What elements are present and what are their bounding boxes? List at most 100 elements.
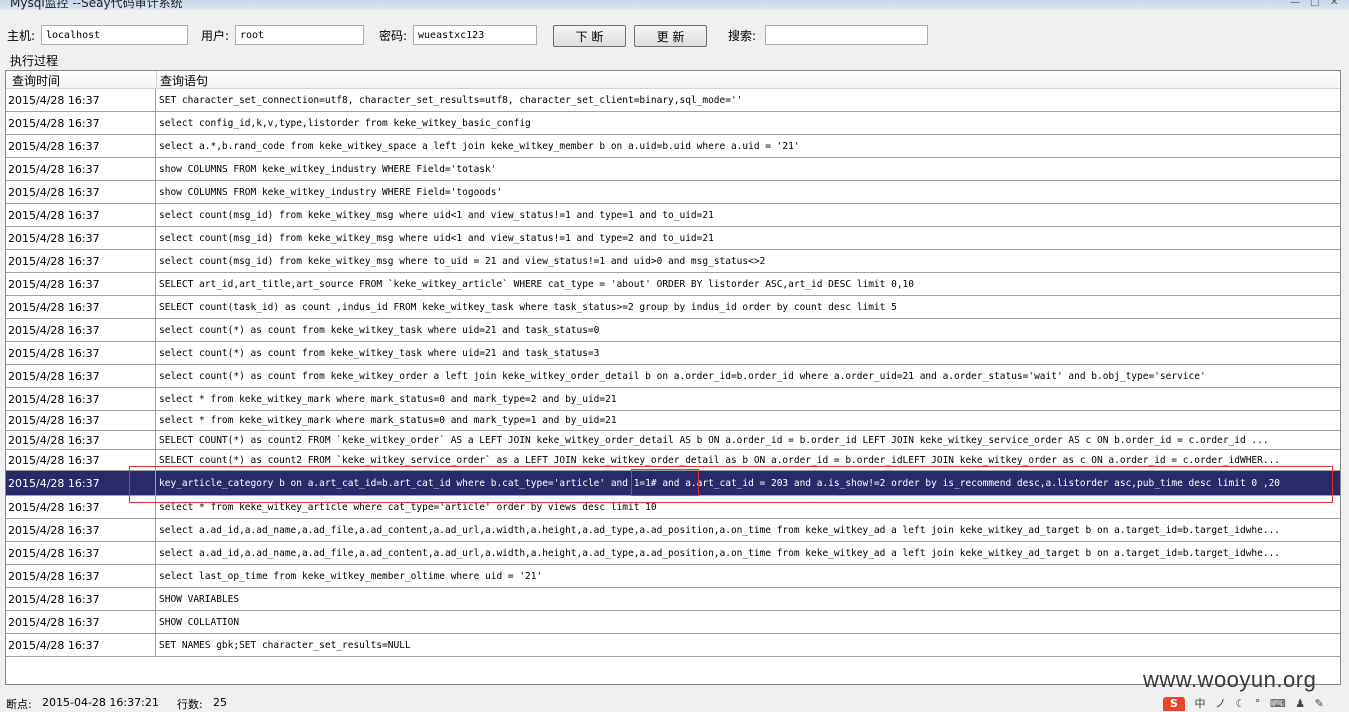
- query-sql-cell: SELECT count(task_id) as count ,indus_id…: [156, 296, 1340, 319]
- query-time-cell: 2015/4/28 16:37: [6, 204, 156, 227]
- column-header-query[interactable]: 查询语句: [160, 72, 208, 89]
- dot-icon[interactable]: °: [1255, 697, 1261, 710]
- user-label: 用户:: [201, 29, 230, 43]
- table-row[interactable]: 2015/4/28 16:37 select count(*) as count …: [6, 342, 1340, 365]
- table-row[interactable]: 2015/4/28 16:37 select last_op_time from …: [6, 565, 1340, 588]
- query-sql-cell: select last_op_time from keke_witkey_mem…: [156, 565, 1340, 588]
- table-row[interactable]: 2015/4/28 16:37 select * from keke_witkey…: [6, 388, 1340, 411]
- query-time-cell: 2015/4/28 16:37: [6, 273, 156, 296]
- search-label: 搜索:: [728, 29, 757, 43]
- host-input[interactable]: [41, 25, 188, 45]
- query-time-cell: 2015/4/28 16:37: [6, 496, 156, 519]
- table-row[interactable]: 2015/4/28 16:37 select config_id,k,v,type…: [6, 112, 1340, 135]
- keyboard-icon[interactable]: ⌨: [1270, 697, 1286, 710]
- watermark: www.wooyun.org: [1143, 667, 1317, 692]
- query-time-cell: 2015/4/28 16:37: [6, 634, 156, 657]
- query-sql-cell: SET character_set_connection=utf8, chara…: [156, 89, 1340, 112]
- table-row[interactable]: 2015/4/28 16:37 SET NAMES gbk;SET charact…: [6, 634, 1340, 657]
- table-row[interactable]: 2015/4/28 16:37 SELECT count(task_id) as …: [6, 296, 1340, 319]
- table-row[interactable]: 2015/4/28 16:37 select count(msg_id) from…: [6, 250, 1340, 273]
- query-time-cell: 2015/4/28 16:37: [6, 89, 156, 112]
- query-sql-cell: select * from keke_witkey_mark where mar…: [156, 388, 1340, 411]
- query-list[interactable]: 查询时间 查询语句 2015/4/28 16:37 SET character_s…: [5, 70, 1341, 685]
- search-input[interactable]: [765, 25, 928, 45]
- table-row[interactable]: 2015/4/28 16:37 SELECT COUNT(*) as count2…: [6, 431, 1340, 450]
- query-time-cell: 2015/4/28 16:37: [6, 319, 156, 342]
- query-sql-cell: select count(msg_id) from keke_witkey_ms…: [156, 250, 1340, 273]
- list-header: 查询时间 查询语句: [6, 71, 1340, 89]
- password-label: 密码:: [379, 29, 408, 43]
- query-time-cell: 2015/4/28 16:37: [6, 250, 156, 273]
- column-header-time[interactable]: 查询时间: [12, 72, 60, 89]
- break-button[interactable]: 下 断: [553, 25, 626, 47]
- rows-value: 25: [213, 696, 227, 709]
- table-row[interactable]: 2015/4/28 16:37 SHOW COLLATION: [6, 611, 1340, 634]
- query-sql-cell: SET NAMES gbk;SET character_set_results=…: [156, 634, 1340, 657]
- query-sql-cell: select config_id,k,v,type,listorder from…: [156, 112, 1340, 135]
- table-row[interactable]: 2015/4/28 16:37 select count(msg_id) from…: [6, 204, 1340, 227]
- query-sql-cell: SELECT art_id,art_title,art_source FROM …: [156, 273, 1340, 296]
- status-bar: 断点: 2015-04-28 16:37:21 行数: 25: [0, 695, 1349, 711]
- user-input[interactable]: [235, 25, 364, 45]
- table-row[interactable]: 2015/4/28 16:37 select a.ad_id,a.ad_name,…: [6, 542, 1340, 565]
- query-sql-cell: show COLUMNS FROM keke_witkey_industry W…: [156, 181, 1340, 204]
- table-row[interactable]: 2015/4/28 16:37 SELECT art_id,art_title,a…: [6, 273, 1340, 296]
- breakpoint-label: 断点:: [6, 698, 32, 711]
- table-row[interactable]: 2015/4/28 16:37 SET character_set_connect…: [6, 89, 1340, 112]
- table-row[interactable]: 2015/4/28 16:37 select a.ad_id,a.ad_name,…: [6, 519, 1340, 542]
- table-row[interactable]: 2015/4/28 16:37 SHOW VARIABLES: [6, 588, 1340, 611]
- query-time-cell: 2015/4/28 16:37: [6, 565, 156, 588]
- password-input[interactable]: [413, 25, 537, 45]
- table-row[interactable]: 2015/4/28 16:37 select count(msg_id) from…: [6, 227, 1340, 250]
- section-label: 执行过程: [10, 54, 59, 68]
- table-row[interactable]: 2015/4/28 16:37 select * from keke_witkey…: [6, 411, 1340, 431]
- query-sql-cell: select a.*,b.rand_code from keke_witkey_…: [156, 135, 1340, 158]
- query-time-cell: 2015/4/28 16:37: [6, 296, 156, 319]
- query-sql-cell: select * from keke_witkey_article where …: [156, 496, 1340, 519]
- query-time-cell: 2015/4/28 16:37: [6, 135, 156, 158]
- query-time-cell: 2015/4/28 16:37: [6, 588, 156, 611]
- query-time-cell: 2015/4/28 16:37: [6, 611, 156, 634]
- table-row[interactable]: 2015/4/28 16:37 select count(*) as count …: [6, 365, 1340, 388]
- query-time-cell: 2015/4/28 16:37: [6, 112, 156, 135]
- close-button[interactable]: ✕: [1330, 0, 1338, 8]
- query-time-cell: 2015/4/28 16:37: [6, 450, 156, 471]
- query-sql-cell: SHOW COLLATION: [156, 611, 1340, 634]
- query-sql-cell: select a.ad_id,a.ad_name,a.ad_file,a.ad_…: [156, 519, 1340, 542]
- rows-label: 行数:: [177, 698, 203, 711]
- query-sql-cell: select count(msg_id) from keke_witkey_ms…: [156, 204, 1340, 227]
- minimize-button[interactable]: —: [1290, 0, 1300, 8]
- query-sql-cell: select count(*) as count from keke_witke…: [156, 342, 1340, 365]
- query-sql-cell: show COLUMNS FROM keke_witkey_industry W…: [156, 158, 1340, 181]
- table-row-selected[interactable]: 2015/4/28 16:37 key_article_category b on…: [6, 471, 1340, 496]
- table-row[interactable]: 2015/4/28 16:37 show COLUMNS FROM keke_wi…: [6, 181, 1340, 204]
- query-time-cell: 2015/4/28 16:37: [6, 471, 156, 496]
- update-button[interactable]: 更 新: [634, 25, 707, 47]
- query-sql-cell: SELECT COUNT(*) as count2 FROM `keke_wit…: [156, 431, 1340, 450]
- query-time-cell: 2015/4/28 16:37: [6, 388, 156, 411]
- query-time-cell: 2015/4/28 16:37: [6, 542, 156, 565]
- table-row[interactable]: 2015/4/28 16:37 select a.*,b.rand_code fr…: [6, 135, 1340, 158]
- host-label: 主机:: [7, 29, 36, 43]
- window-title: Mysql监控 --Seay代码审计系统: [10, 0, 183, 10]
- query-time-cell: 2015/4/28 16:37: [6, 181, 156, 204]
- ime-tray: S 中 ノ ☾ ° ⌨ ♟ ✎: [1163, 695, 1324, 711]
- query-sql-cell: select count(*) as count from keke_witke…: [156, 365, 1340, 388]
- query-time-cell: 2015/4/28 16:37: [6, 227, 156, 250]
- query-time-cell: 2015/4/28 16:37: [6, 342, 156, 365]
- moon-icon[interactable]: ☾: [1236, 697, 1246, 710]
- wrench-icon[interactable]: ✎: [1315, 697, 1324, 710]
- query-sql-cell: SHOW VARIABLES: [156, 588, 1340, 611]
- column-separator[interactable]: [156, 71, 157, 88]
- query-sql-cell: select count(msg_id) from keke_witkey_ms…: [156, 227, 1340, 250]
- query-sql-cell: key_article_category b on a.art_cat_id=b…: [156, 471, 1340, 496]
- query-sql-cell: select count(*) as count from keke_witke…: [156, 319, 1340, 342]
- table-row[interactable]: 2015/4/28 16:37 select count(*) as count …: [6, 319, 1340, 342]
- maximize-button[interactable]: □: [1310, 0, 1319, 8]
- query-time-cell: 2015/4/28 16:37: [6, 431, 156, 450]
- table-row[interactable]: 2015/4/28 16:37 show COLUMNS FROM keke_wi…: [6, 158, 1340, 181]
- table-row[interactable]: 2015/4/28 16:37 select * from keke_witkey…: [6, 496, 1340, 519]
- query-time-cell: 2015/4/28 16:37: [6, 519, 156, 542]
- user-icon[interactable]: ♟: [1295, 697, 1305, 710]
- table-row[interactable]: 2015/4/28 16:37 SELECT count(*) as count2…: [6, 450, 1340, 471]
